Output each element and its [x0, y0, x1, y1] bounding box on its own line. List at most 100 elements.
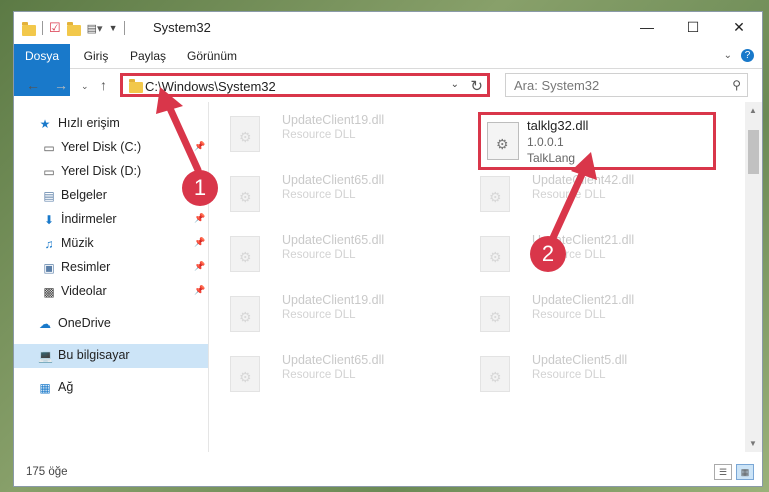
help-icon[interactable]: ?: [741, 49, 754, 62]
file-item[interactable]: UpdateClient65.dll Resource DLL: [210, 222, 450, 274]
video-icon: ▩: [43, 285, 55, 299]
drive-icon: ▭: [43, 141, 55, 155]
file-type: Resource DLL: [532, 189, 606, 201]
file-type: Resource DLL: [282, 249, 356, 261]
sidebar-item-label: Hızlı erişim: [58, 116, 120, 130]
scrollbar-thumb[interactable]: [748, 130, 759, 174]
folder-icon: [129, 79, 143, 93]
address-bar[interactable]: C:\Windows\System32 ⌄ ↻: [120, 73, 490, 97]
scroll-up-icon[interactable]: ▲: [749, 106, 757, 115]
file-name: UpdateClient65.dll: [282, 353, 385, 367]
dll-file-icon: [487, 122, 519, 160]
highlighted-file-item[interactable]: talklg32.dll 1.0.0.1 TalkLang: [478, 112, 716, 170]
pin-icon[interactable]: 📌: [194, 285, 205, 296]
dll-file-icon: [480, 296, 510, 332]
dll-file-icon: [480, 176, 510, 212]
sidebar-item-network[interactable]: ▦ Ağ: [14, 376, 208, 400]
file-list: UpdateClient19.dll Resource DLL UpdateCl…: [210, 102, 744, 452]
forward-arrow-icon[interactable]: →: [54, 77, 68, 93]
search-icon[interactable]: ⚲: [732, 78, 741, 92]
status-bar: 175 öğe ☰ ▦: [14, 458, 762, 486]
file-version: 1.0.0.1: [527, 135, 564, 149]
expand-ribbon-icon[interactable]: ⌄: [724, 50, 732, 61]
download-icon: ⬇: [43, 213, 55, 227]
toolbar-separator: [42, 21, 43, 35]
documents-icon: ▤: [43, 189, 55, 203]
sidebar-item-label: İndirmeler: [61, 212, 117, 226]
up-arrow-icon[interactable]: ↑: [100, 77, 107, 93]
file-name: UpdateClient19.dll: [282, 113, 385, 127]
sidebar-item-label: Resimler: [61, 260, 111, 274]
network-icon: ▦: [39, 381, 51, 395]
ribbon-tabs: Dosya Giriş Paylaş Görünüm ⌄ ?: [14, 44, 762, 96]
file-description: TalkLang: [527, 151, 576, 165]
properties-icon[interactable]: ☑: [49, 20, 61, 36]
file-type: Resource DLL: [532, 309, 606, 321]
file-name: talklg32.dll: [527, 118, 589, 133]
file-type: Resource DLL: [532, 369, 606, 381]
window-controls: — ☐ ✕: [624, 12, 762, 42]
pin-icon[interactable]: 📌: [194, 213, 205, 224]
sidebar-item-local-disk-c[interactable]: ▭ Yerel Disk (C:) 📌: [14, 136, 208, 160]
file-item[interactable]: UpdateClient19.dll Resource DLL: [210, 282, 450, 334]
recent-locations-icon[interactable]: ⌄: [81, 81, 89, 92]
customize-icon[interactable]: ▤▾: [87, 22, 103, 35]
sidebar-item-label: Müzik: [61, 236, 94, 250]
file-item[interactable]: UpdateClient19.dll Resource DLL: [210, 102, 450, 154]
qat-dropdown-icon[interactable]: ▼: [109, 23, 118, 33]
tab-view[interactable]: Görünüm: [182, 44, 242, 68]
window-title: System32: [153, 20, 211, 35]
details-view-icon[interactable]: ☰: [714, 464, 732, 480]
vertical-scrollbar[interactable]: ▲ ▼: [745, 102, 762, 452]
sidebar-item-videos[interactable]: ▩ Videolar 📌: [14, 280, 208, 304]
pin-icon[interactable]: 📌: [194, 141, 205, 152]
address-path[interactable]: C:\Windows\System32: [145, 79, 276, 94]
file-item[interactable]: UpdateClient21.dll Resource DLL: [460, 282, 700, 334]
back-arrow-icon[interactable]: ←: [26, 77, 40, 93]
file-type: Resource DLL: [282, 189, 356, 201]
close-button[interactable]: ✕: [716, 12, 762, 42]
view-toggle: ☰ ▦: [714, 464, 754, 480]
item-count: 175 öğe: [26, 466, 68, 478]
search-placeholder[interactable]: Ara: System32: [514, 78, 599, 93]
sidebar-item-label: Videolar: [61, 284, 107, 298]
computer-icon: 💻: [38, 349, 53, 363]
sidebar-item-label: Yerel Disk (C:): [61, 140, 142, 154]
dll-file-icon: [480, 356, 510, 392]
sidebar-item-onedrive[interactable]: ☁ OneDrive: [14, 312, 208, 336]
file-item[interactable]: UpdateClient5.dll Resource DLL: [460, 342, 700, 394]
dll-file-icon: [230, 236, 260, 272]
quick-access-toolbar: ☑ ▤▾ ▼: [22, 20, 125, 36]
pin-icon[interactable]: 📌: [194, 237, 205, 248]
file-type: Resource DLL: [282, 369, 356, 381]
tab-home[interactable]: Giriş: [76, 44, 116, 68]
file-item[interactable]: UpdateClient65.dll Resource DLL: [210, 162, 450, 214]
scroll-down-icon[interactable]: ▼: [749, 439, 757, 448]
file-name: UpdateClient42.dll: [532, 173, 635, 187]
tab-share[interactable]: Paylaş: [124, 44, 172, 68]
toolbar-separator: [123, 21, 125, 35]
new-folder-icon[interactable]: [66, 21, 81, 36]
file-type: Resource DLL: [282, 309, 356, 321]
sidebar-item-this-pc[interactable]: 💻 Bu bilgisayar: [14, 344, 208, 368]
file-item[interactable]: UpdateClient21.dll Resource DLL: [460, 222, 700, 274]
refresh-icon[interactable]: ↻: [470, 77, 483, 95]
dll-file-icon: [230, 356, 260, 392]
navigation-bar: ← → ⌄ ↑ C:\Windows\System32 ⌄ ↻ Ara: Sys…: [14, 70, 762, 100]
sidebar-item-label: Yerel Disk (D:): [61, 164, 142, 178]
sidebar-item-downloads[interactable]: ⬇ İndirmeler 📌: [14, 208, 208, 232]
music-icon: ♫: [44, 237, 54, 251]
tiles-view-icon[interactable]: ▦: [736, 464, 754, 480]
sidebar-item-pictures[interactable]: ▣ Resimler 📌: [14, 256, 208, 280]
pin-icon[interactable]: 📌: [194, 261, 205, 272]
minimize-button[interactable]: —: [624, 12, 670, 42]
address-dropdown-icon[interactable]: ⌄: [451, 79, 459, 90]
sidebar-item-local-disk-d[interactable]: ▭ Yerel Disk (D:): [14, 160, 208, 184]
search-box[interactable]: Ara: System32 ⚲: [505, 73, 748, 97]
sidebar-item-quick-access[interactable]: ★ Hızlı erişim: [14, 112, 208, 136]
sidebar-item-documents[interactable]: ▤ Belgeler: [14, 184, 208, 208]
maximize-button[interactable]: ☐: [670, 12, 716, 42]
file-item[interactable]: UpdateClient65.dll Resource DLL: [210, 342, 450, 394]
sidebar-item-music[interactable]: ♫ Müzik 📌: [14, 232, 208, 256]
annotation-marker-1: 1: [182, 170, 218, 206]
